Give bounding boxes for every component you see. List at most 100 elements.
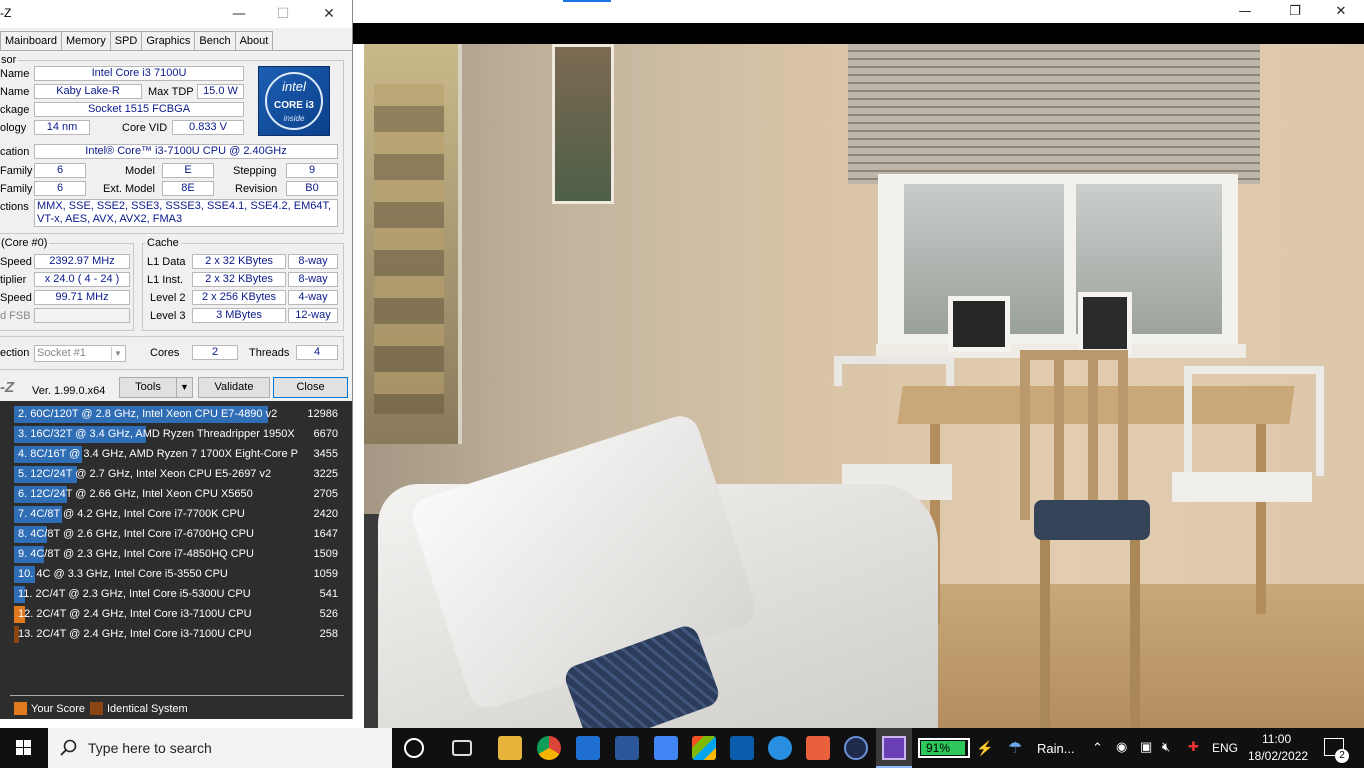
ext-model-value: 8E: [162, 181, 214, 196]
task-view-icon[interactable]: [452, 740, 472, 756]
bench-score: 1509: [313, 548, 338, 560]
weather-label[interactable]: Rain...: [1037, 741, 1075, 756]
tab-bench[interactable]: Bench: [194, 31, 236, 50]
minimize-button[interactable]: —: [216, 0, 262, 28]
close-button[interactable]: Close: [273, 377, 348, 398]
bench-score: 1647: [313, 528, 338, 540]
legend-divider: [10, 695, 344, 696]
tab-spd[interactable]: SPD: [109, 31, 143, 50]
l1-data-label: L1 Data: [147, 256, 186, 268]
bench-score: 258: [319, 628, 338, 640]
bench-row: 10. 4C @ 3.3 GHz, Intel Core i5-3550 CPU…: [14, 566, 344, 583]
version-label: Ver. 1.99.0.x64: [32, 385, 106, 397]
language-indicator[interactable]: ENG: [1212, 741, 1238, 755]
bench-label: 6. 12C/24T @ 2.66 GHz, Intel Xeon CPU X5…: [18, 488, 253, 500]
notifications-icon[interactable]: 2: [1324, 738, 1349, 763]
chevron-down-icon: ▼: [111, 347, 124, 360]
clock-time[interactable]: 11:00: [1262, 732, 1291, 746]
bench-score: 526: [319, 608, 338, 620]
cpuz-taskbar-button[interactable]: [876, 728, 912, 768]
multiplier-label: tiplier: [0, 274, 27, 286]
bench-score: 2705: [313, 488, 338, 500]
cpuz-titlebar: -Z — ☐ ✕: [0, 0, 352, 28]
codename-value: Kaby Lake-R: [34, 84, 142, 99]
speaker-muted-icon[interactable]: 🔇︎: [1162, 739, 1170, 755]
notification-count: 2: [1335, 749, 1349, 763]
store-icon[interactable]: [692, 736, 716, 760]
legend-label: Your Score: [31, 702, 86, 715]
file-explorer-icon[interactable]: [498, 736, 522, 760]
bench-score: 3455: [313, 448, 338, 460]
close-button[interactable]: ✕: [306, 0, 352, 28]
bench-score: 541: [319, 588, 338, 600]
cpuz-logo: -Z: [0, 379, 15, 396]
calculator-icon[interactable]: [730, 736, 754, 760]
level2-size: 2 x 256 KBytes: [192, 290, 286, 305]
tab-mainboard[interactable]: Mainboard: [0, 31, 62, 50]
bench-row: 5. 12C/24T @ 2.7 GHz, Intel Xeon CPU E5-…: [14, 466, 344, 483]
clock-date[interactable]: 18/02/2022: [1248, 749, 1308, 763]
photo-frame: [948, 296, 1010, 352]
start-button[interactable]: [0, 728, 48, 768]
cinema4d-icon[interactable]: [844, 736, 868, 760]
tab-about[interactable]: About: [234, 31, 274, 50]
chair-white-left: [834, 356, 954, 386]
selection-label: ection: [0, 347, 30, 359]
mail-icon[interactable]: [576, 736, 600, 760]
word-icon[interactable]: [615, 736, 639, 760]
chrome-icon[interactable]: [537, 736, 561, 760]
tools-button[interactable]: Tools: [119, 377, 177, 398]
tools-dropdown[interactable]: ▼: [176, 377, 193, 398]
tab-memory[interactable]: Memory: [60, 31, 111, 50]
bench-label: 3. 16C/32T @ 3.4 GHz, AMD Ryzen Threadri…: [18, 428, 295, 440]
codename-label: Name: [0, 86, 30, 98]
minimize-button[interactable]: —: [1222, 0, 1268, 23]
socket-select[interactable]: Socket #1 ▼: [34, 345, 126, 362]
name-label: Name: [0, 68, 30, 80]
core-speed-value: 2392.97 MHz: [34, 254, 130, 269]
onedrive-icon[interactable]: [768, 736, 792, 760]
bench-score: 6670: [313, 428, 338, 440]
cpu-name-value: Intel Core i3 7100U: [34, 66, 244, 81]
record-icon[interactable]: ◉: [1116, 739, 1127, 755]
logo-tag: inside: [283, 114, 305, 123]
chevron-up-icon[interactable]: ⌃: [1092, 740, 1103, 756]
revision-value: B0: [286, 181, 338, 196]
ext-family-value: 6: [34, 181, 86, 196]
bench-row: 13. 2C/4T @ 2.4 GHz, Intel Core i3-7100U…: [14, 626, 344, 643]
revision-label: Revision: [235, 183, 278, 195]
paint-icon[interactable]: [806, 736, 830, 760]
specification-label: cation: [0, 146, 30, 158]
bench-score: 1059: [313, 568, 338, 580]
intel-core-i3-logo: intel CORE i3 inside: [258, 66, 330, 136]
close-button[interactable]: ✕: [1318, 0, 1364, 23]
legend-swatch: [90, 702, 103, 715]
validate-button[interactable]: Validate: [198, 377, 270, 398]
window-blind: [848, 44, 1260, 184]
battery-indicator[interactable]: 91%: [918, 738, 970, 758]
bench-label: 5. 12C/24T @ 2.7 GHz, Intel Xeon CPU E5-…: [18, 468, 272, 480]
restore-button[interactable]: ❐: [1272, 0, 1318, 23]
network-alert-icon[interactable]: ✚: [1188, 739, 1199, 755]
umbrella-icon: ☂: [1008, 740, 1023, 757]
specification-value: Intel® Core™ i3-7100U CPU @ 2.40GHz: [34, 144, 338, 159]
search-input[interactable]: Type here to search: [48, 728, 392, 768]
technology-label: ology: [0, 122, 27, 134]
bench-row: 2. 60C/120T @ 2.8 GHz, Intel Xeon CPU E7…: [14, 406, 344, 423]
core-vid-value: 0.833 V: [172, 120, 244, 135]
stepping-label: Stepping: [233, 165, 277, 177]
tab-graphics[interactable]: Graphics: [141, 31, 196, 50]
docs-icon[interactable]: [654, 736, 678, 760]
bench-row: 6. 12C/24T @ 2.66 GHz, Intel Xeon CPU X5…: [14, 486, 344, 503]
device-icon[interactable]: ▣: [1140, 739, 1152, 755]
chair-wooden: [1020, 350, 1128, 520]
maximize-button: ☐: [276, 6, 290, 22]
level2-label: Level 2: [150, 292, 186, 304]
chevron-down-icon: ▼: [180, 382, 189, 392]
windows-icon: [16, 740, 31, 755]
cortana-icon[interactable]: [404, 738, 424, 758]
cpuz-icon: [882, 736, 906, 760]
l1-inst-label: L1 Inst.: [147, 274, 184, 286]
technology-value: 14 nm: [34, 120, 90, 135]
l1-inst-size: 2 x 32 KBytes: [192, 272, 286, 287]
